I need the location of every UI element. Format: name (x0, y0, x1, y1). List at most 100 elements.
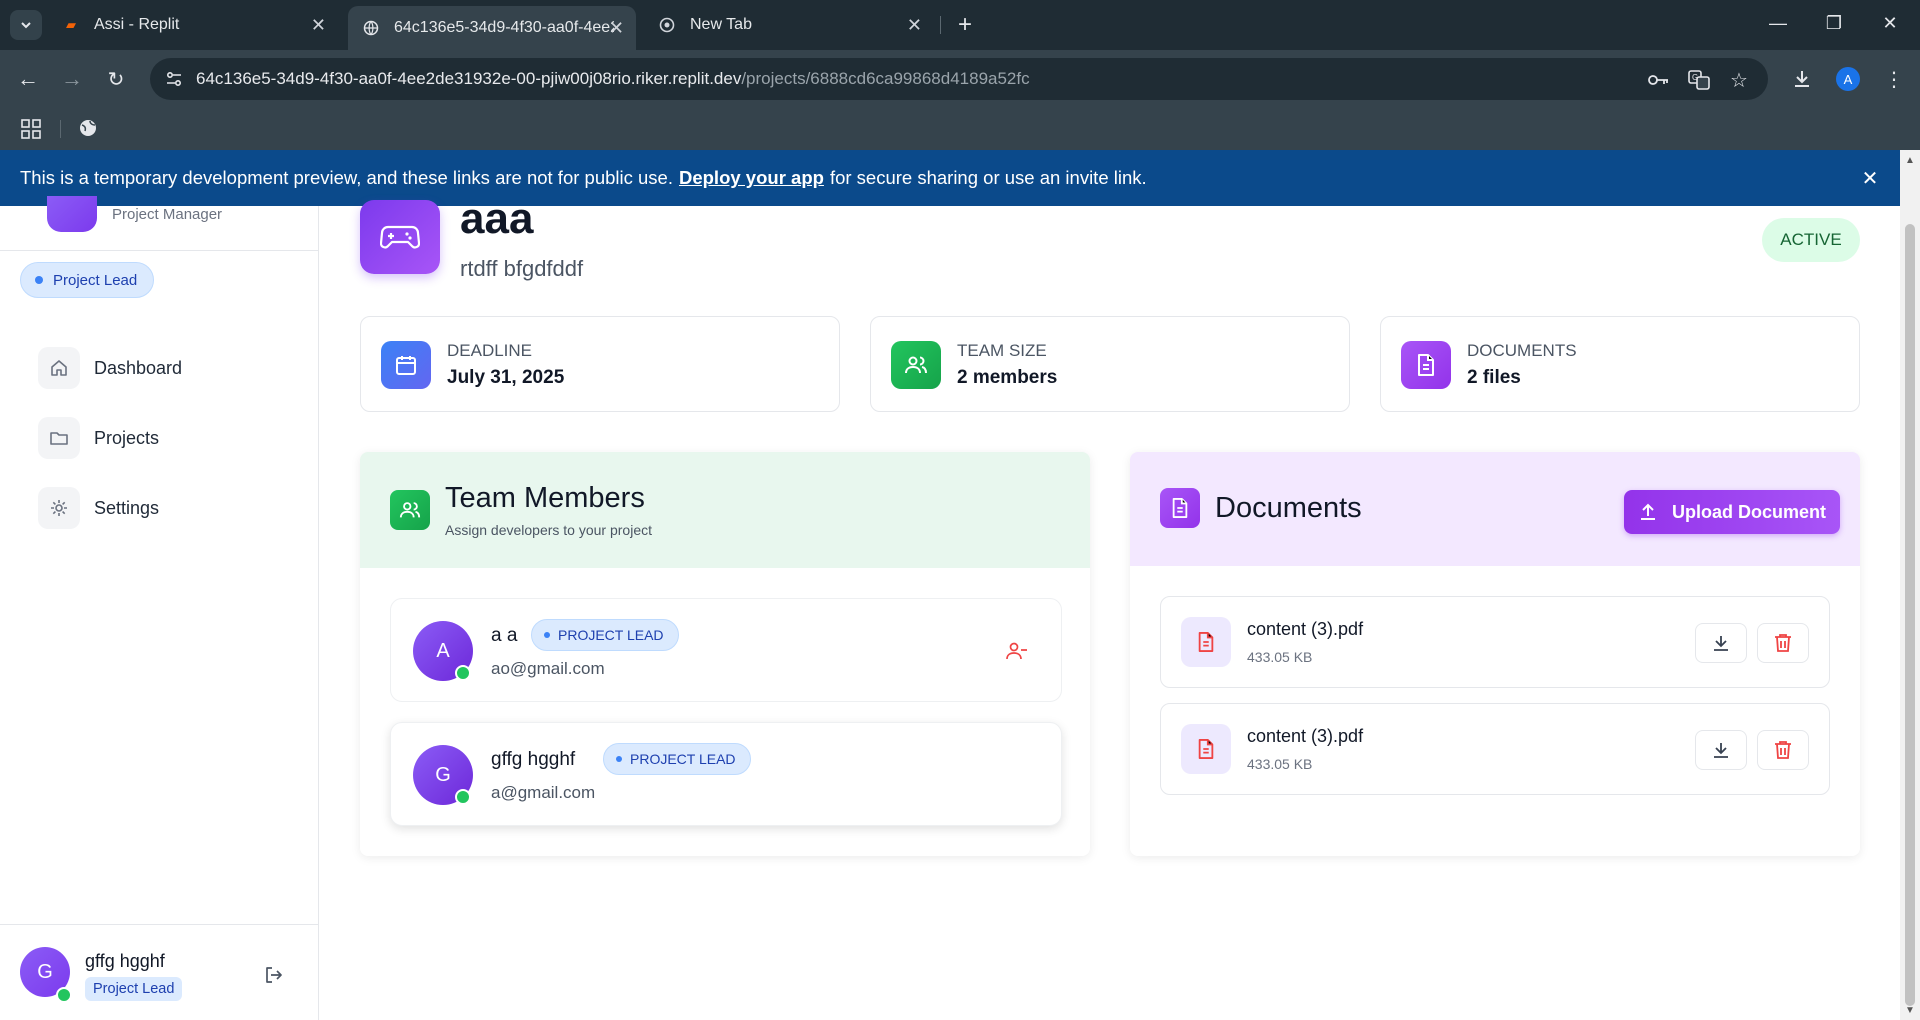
sidebar-header: Project Manager (0, 196, 318, 251)
chrome-icon (658, 16, 676, 34)
avatar-initial: G (37, 960, 53, 983)
deploy-app-link[interactable]: Deploy your app (679, 167, 824, 189)
tab-search-button[interactable] (10, 10, 42, 40)
list-item: content (3).pdf 433.05 KB (1160, 703, 1830, 795)
url-path: /projects/6888cd6ca99868d4189a52fc (741, 69, 1030, 88)
scrollbar-thumb[interactable] (1905, 224, 1915, 1006)
close-tab-icon[interactable]: ✕ (907, 15, 922, 36)
scroll-down-icon[interactable]: ▼ (1903, 1003, 1917, 1017)
stat-card-documents: DOCUMENTS 2 files (1380, 316, 1860, 412)
logout-icon[interactable] (262, 963, 286, 987)
documents-header: Documents Upload Document (1130, 452, 1860, 566)
app-logo (47, 196, 97, 232)
url-host: 64c136e5-34d9-4f30-aa0f-4ee2de31932e-00-… (196, 69, 742, 88)
member-name: a a (491, 625, 518, 646)
download-document-button[interactable] (1695, 623, 1747, 663)
project-description: rtdff bfgdfddf (460, 256, 584, 281)
delete-document-button[interactable] (1757, 730, 1809, 770)
sidebar-item-label: Dashboard (94, 357, 183, 378)
list-item: A a a PROJECT LEAD ao@gmail.com (390, 598, 1062, 702)
sidebar-item-label: Settings (94, 497, 160, 518)
browser-toolbar: ← → ↻ 64c136e5-34d9-4f30-aa0f-4ee2de3193… (0, 50, 1920, 108)
user-name: gffg hgghf (85, 951, 165, 971)
users-icon (891, 341, 941, 389)
download-document-button[interactable] (1695, 730, 1747, 770)
document-icon (1160, 488, 1200, 528)
more-menu-icon[interactable]: ⋮ (1878, 63, 1910, 95)
scroll-up-icon[interactable]: ▲ (1903, 153, 1917, 167)
back-arrow-icon[interactable]: ← (12, 63, 44, 95)
role-badge-label: PROJECT LEAD (630, 751, 736, 767)
minimize-icon[interactable]: — (1758, 8, 1798, 38)
site-settings-icon[interactable] (162, 67, 186, 91)
stat-card-team-size: TEAM SIZE 2 members (870, 316, 1350, 412)
pdf-file-icon (1181, 617, 1231, 667)
team-members-header: Team Members Assign developers to your p… (360, 452, 1090, 568)
status-dot (544, 632, 550, 638)
list-item: content (3).pdf 433.05 KB (1160, 596, 1830, 688)
download-icon[interactable] (1786, 63, 1818, 95)
tab-replit[interactable]: ▰ Assi - Replit ✕ (48, 6, 338, 44)
bookmark-divider (60, 120, 61, 138)
tab-title: Assi - Replit (94, 16, 180, 33)
status-dot (616, 756, 622, 762)
tab-divider (940, 16, 941, 34)
restore-icon[interactable]: ❐ (1814, 8, 1854, 38)
sidebar-item-dashboard[interactable]: Dashboard (38, 346, 182, 390)
close-tab-icon[interactable]: ✕ (311, 15, 326, 36)
stat-value: 2 files (1467, 367, 1521, 388)
bookmark-star-icon[interactable]: ☆ (1726, 68, 1752, 92)
new-tab-button[interactable]: + (950, 10, 980, 40)
sidebar: Project Manager Project Lead Dashboard P… (0, 196, 319, 1020)
gear-icon (38, 487, 80, 529)
globe-icon[interactable] (78, 118, 98, 143)
tab-new-tab[interactable]: New Tab ✕ (644, 6, 934, 44)
folder-icon (38, 417, 80, 459)
stat-label: DEADLINE (447, 341, 533, 360)
address-bar[interactable]: 64c136e5-34d9-4f30-aa0f-4ee2de31932e-00-… (150, 58, 1768, 100)
role-badge-label: PROJECT LEAD (558, 627, 664, 643)
online-indicator (455, 665, 471, 681)
remove-user-icon[interactable] (1005, 639, 1029, 663)
member-name: gffg hgghf (491, 749, 576, 770)
window-close-icon[interactable]: ✕ (1870, 8, 1910, 38)
document-name: content (3).pdf (1247, 726, 1364, 746)
key-icon[interactable] (1646, 68, 1672, 92)
tab-preview[interactable]: 64c136e5-34d9-4f30-aa0f-4ee2 ✕ (348, 6, 636, 50)
avatar-initial: A (436, 639, 450, 662)
main-content: aaa rtdff bfgdfddf ACTIVE DEADLINE July … (320, 194, 1900, 1020)
globe-icon (362, 19, 380, 37)
document-size: 433.05 KB (1247, 649, 1313, 665)
sidebar-user-panel: G gffg hgghf Project Lead (0, 924, 318, 1020)
documents-title: Documents (1215, 492, 1362, 524)
reload-icon[interactable]: ↻ (100, 63, 132, 95)
close-banner-icon[interactable]: ✕ (1858, 166, 1882, 190)
chevron-down-icon (21, 22, 31, 29)
online-indicator (56, 987, 72, 1003)
stat-label: DOCUMENTS (1467, 341, 1577, 360)
forward-arrow-icon[interactable]: → (56, 63, 88, 95)
sidebar-item-settings[interactable]: Settings (38, 486, 159, 530)
upload-document-button[interactable]: Upload Document (1624, 490, 1840, 534)
url-text: 64c136e5-34d9-4f30-aa0f-4ee2de31932e-00-… (196, 69, 1030, 89)
trash-icon (1775, 634, 1791, 652)
pdf-file-icon (1181, 724, 1231, 774)
upload-button-label: Upload Document (1671, 501, 1826, 522)
role-badge: PROJECT LEAD (603, 743, 751, 775)
apps-grid-icon[interactable] (20, 118, 42, 145)
close-tab-icon[interactable]: ✕ (609, 18, 624, 39)
team-members-subtitle: Assign developers to your project (445, 522, 652, 538)
translate-icon[interactable]: G (1686, 68, 1712, 92)
stat-value: 2 members (957, 367, 1058, 388)
users-icon (390, 490, 430, 530)
delete-document-button[interactable] (1757, 623, 1809, 663)
gamepad-icon (360, 200, 440, 274)
sidebar-item-label: Projects (94, 427, 160, 448)
stat-card-deadline: DEADLINE July 31, 2025 (360, 316, 840, 412)
profile-avatar[interactable]: A (1836, 67, 1860, 91)
documents-panel: Documents Upload Document content (3).pd… (1130, 452, 1860, 856)
upload-icon (1640, 503, 1655, 520)
list-item: G gffg hgghf PROJECT LEAD a@gmail.com (390, 722, 1062, 826)
banner-text: This is a temporary development preview,… (20, 167, 673, 188)
sidebar-item-projects[interactable]: Projects (38, 416, 159, 460)
